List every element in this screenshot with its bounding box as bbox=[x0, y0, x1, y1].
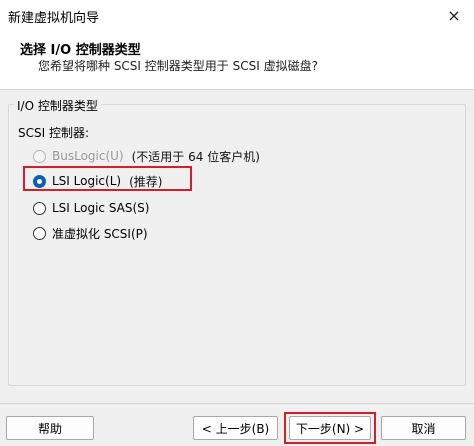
page-title: 选择 I/O 控制器类型 bbox=[20, 43, 141, 58]
wizard-header: 选择 I/O 控制器类型 您希望将哪种 SCSI 控制器类型用于 SCSI 虚拟… bbox=[0, 30, 474, 90]
title-bar: 新建虚拟机向导 × bbox=[0, 0, 474, 30]
back-button[interactable]: < 上一步(B) bbox=[193, 416, 278, 440]
radio-button-icon[interactable] bbox=[33, 149, 46, 163]
option-label: LSI Logic SAS(S) bbox=[52, 201, 150, 215]
radio-button-icon[interactable] bbox=[33, 201, 46, 215]
radio-option-buslogic[interactable]: BusLogic(U) (不适用于 64 位客户机) bbox=[33, 146, 260, 166]
radio-button-icon[interactable] bbox=[33, 226, 46, 240]
cancel-button[interactable]: 取消 bbox=[381, 416, 466, 440]
radio-option-lsi-logic-sas[interactable]: LSI Logic SAS(S) bbox=[33, 198, 149, 218]
next-highlight-frame bbox=[284, 412, 376, 444]
group-legend: I/O 控制器类型 bbox=[14, 97, 101, 114]
close-icon[interactable]: × bbox=[434, 0, 474, 30]
option-note: (不适用于 64 位客户机) bbox=[131, 149, 260, 164]
selection-highlight-frame bbox=[23, 166, 192, 191]
option-label: 准虚拟化 SCSI(P) bbox=[52, 226, 148, 241]
scsi-controller-label: SCSI 控制器: bbox=[18, 126, 90, 140]
radio-option-paravirtual-scsi[interactable]: 准虚拟化 SCSI(P) bbox=[33, 223, 148, 243]
option-label: BusLogic(U) bbox=[52, 149, 124, 163]
footer-divider bbox=[0, 403, 474, 404]
page-subtitle: 您希望将哪种 SCSI 控制器类型用于 SCSI 虚拟磁盘? bbox=[38, 59, 318, 73]
window-title: 新建虚拟机向导 bbox=[8, 11, 100, 26]
help-button[interactable]: 帮助 bbox=[6, 416, 94, 440]
